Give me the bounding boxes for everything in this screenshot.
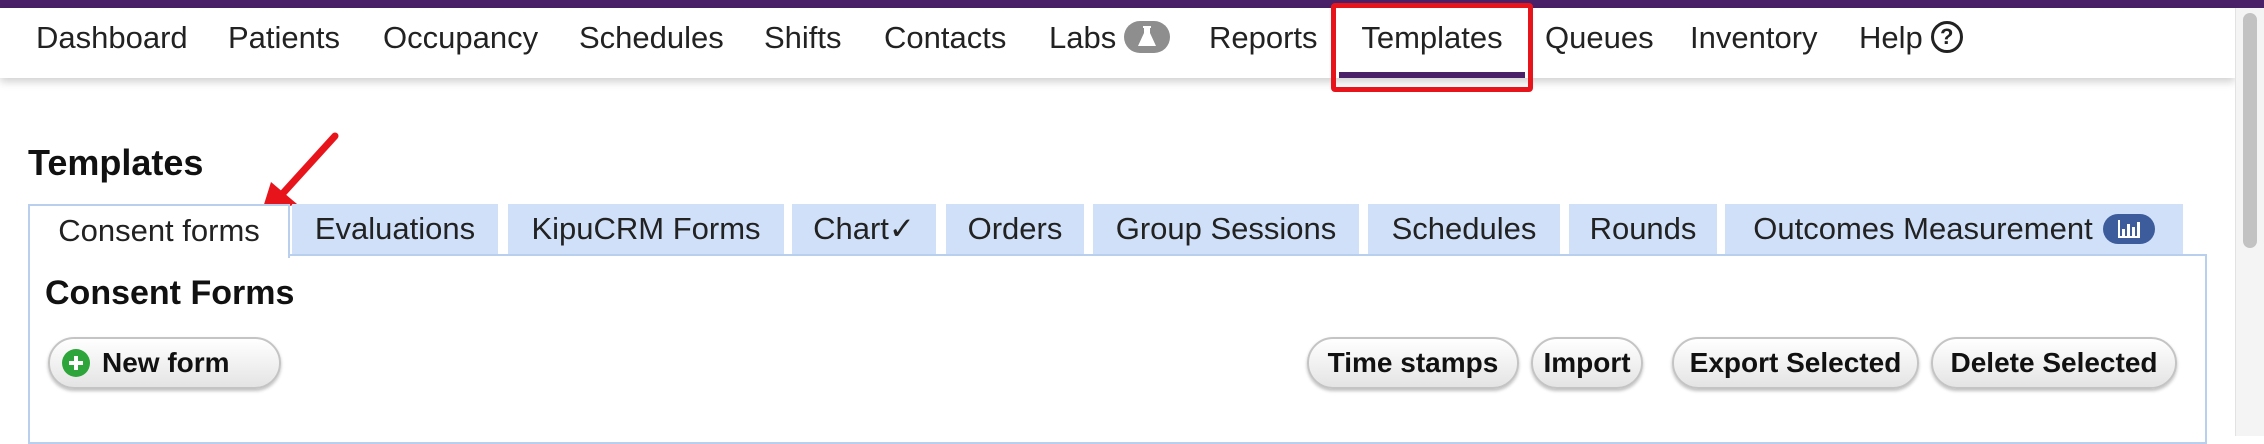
bar-chart-icon: [2102, 213, 2155, 244]
delete-selected-button[interactable]: Delete Selected: [1931, 337, 2177, 389]
tab-evaluations[interactable]: Evaluations: [292, 204, 498, 254]
nav-item-patients[interactable]: Patients: [228, 8, 340, 78]
nav-item-labs[interactable]: Labs: [1049, 8, 1171, 78]
question-circle-icon: ?: [1930, 20, 1963, 53]
tab-kipucrm-forms[interactable]: KipuCRM Forms: [508, 204, 784, 254]
time-stamps-button[interactable]: Time stamps: [1307, 337, 1519, 389]
import-button[interactable]: Import: [1531, 337, 1643, 389]
tab-outcomes-measurement-label: Outcomes Measurement: [1753, 211, 2093, 246]
nav-item-templates[interactable]: Templates: [1339, 8, 1525, 78]
nav-item-queues[interactable]: Queues: [1545, 8, 1654, 78]
tab-outcomes-measurement[interactable]: Outcomes Measurement: [1725, 204, 2183, 254]
new-form-button-label: New form: [102, 347, 230, 378]
nav-item-help[interactable]: Help?: [1859, 8, 1963, 78]
nav-item-dashboard[interactable]: Dashboard: [36, 8, 188, 78]
new-form-button[interactable]: New form: [48, 337, 281, 389]
nav-item-help-label: Help: [1859, 20, 1923, 55]
brand-top-strip: [0, 0, 2264, 8]
nav-item-contacts[interactable]: Contacts: [884, 8, 1006, 78]
tab-chart[interactable]: Chart✓: [792, 204, 936, 254]
tab-rounds[interactable]: Rounds: [1569, 204, 1717, 254]
nav-item-schedules[interactable]: Schedules: [579, 8, 724, 78]
vertical-scrollbar[interactable]: [2235, 8, 2264, 436]
flask-icon: [1124, 20, 1171, 53]
section-title: Consent Forms: [45, 274, 295, 312]
page-title: Templates: [28, 142, 204, 183]
nav-item-inventory[interactable]: Inventory: [1690, 8, 1818, 78]
nav-item-labs-label: Labs: [1049, 20, 1117, 55]
main-nav: Dashboard Patients Occupancy Schedules S…: [0, 8, 2235, 78]
tab-schedules[interactable]: Schedules: [1368, 204, 1560, 254]
export-selected-button[interactable]: Export Selected: [1672, 337, 1919, 389]
nav-item-reports[interactable]: Reports: [1209, 8, 1318, 78]
scrollbar-thumb[interactable]: [2243, 13, 2257, 248]
tab-consent-forms[interactable]: Consent forms: [28, 204, 290, 258]
tab-group-sessions[interactable]: Group Sessions: [1093, 204, 1359, 254]
nav-item-occupancy[interactable]: Occupancy: [383, 8, 538, 78]
plus-circle-icon: [62, 349, 90, 377]
tab-orders[interactable]: Orders: [946, 204, 1084, 254]
nav-item-shifts[interactable]: Shifts: [764, 8, 842, 78]
